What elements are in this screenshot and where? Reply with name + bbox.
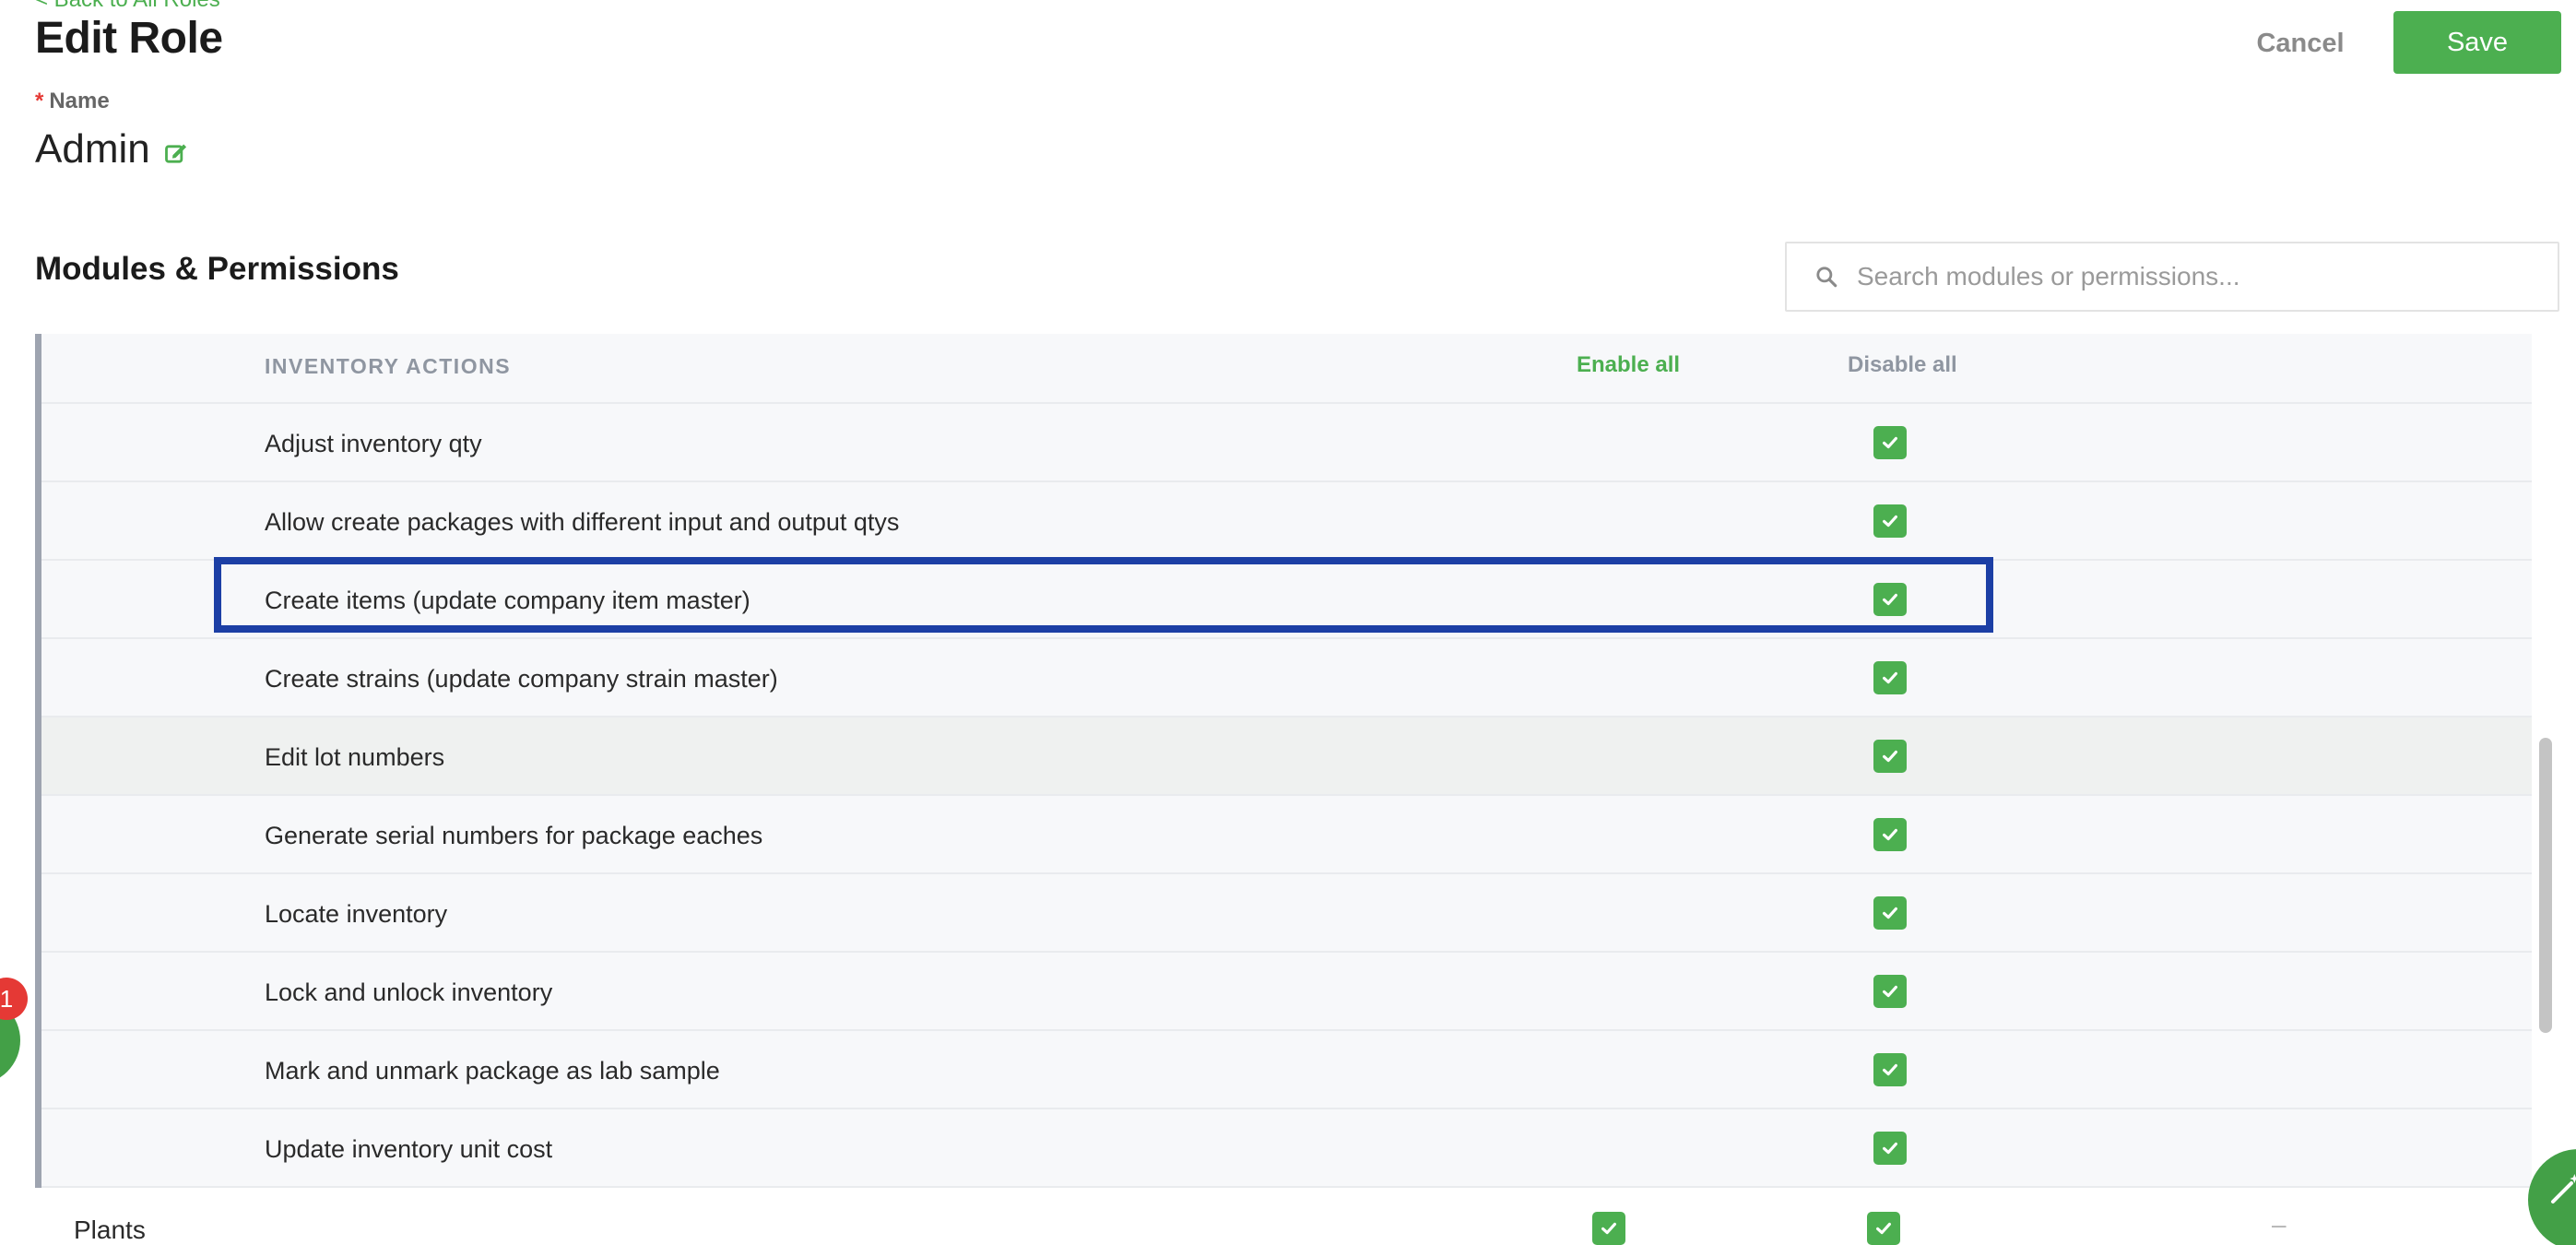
permission-checkbox[interactable]: [1873, 1053, 1907, 1086]
permission-checkbox[interactable]: [1873, 740, 1907, 773]
inventory-actions-group: INVENTORY ACTIONS Enable all Disable all…: [35, 334, 2532, 1188]
role-name-value[interactable]: Admin: [35, 126, 150, 172]
name-field-label: * Name: [35, 89, 110, 114]
permission-row: Create strains (update company strain ma…: [41, 639, 2532, 717]
permission-checkbox[interactable]: [1873, 818, 1907, 851]
check-icon: [1883, 515, 1897, 528]
required-marker: *: [35, 89, 44, 113]
disable-all-button[interactable]: Disable all: [1848, 352, 1957, 378]
check-icon: [1883, 671, 1897, 684]
notification-badge: 1: [0, 978, 28, 1020]
name-label-text: Name: [49, 89, 110, 113]
check-icon: [1883, 907, 1897, 919]
edit-role-page: < Back to All Roles Edit Role Cancel Sav…: [0, 0, 2576, 1245]
module-enable-checkbox[interactable]: [1592, 1212, 1625, 1245]
save-button[interactable]: Save: [2393, 11, 2561, 74]
permission-label: Create items (update company item master…: [265, 587, 750, 614]
page-title: Edit Role: [35, 14, 223, 63]
module-disable-checkbox[interactable]: [1867, 1212, 1900, 1245]
permission-label: Allow create packages with different inp…: [265, 508, 900, 536]
scrollbar-thumb[interactable]: [2539, 738, 2552, 1033]
check-icon: [1883, 1142, 1897, 1155]
permission-row: Allow create packages with different inp…: [41, 482, 2532, 561]
enable-all-button[interactable]: Enable all: [1577, 352, 1680, 378]
permission-checkbox[interactable]: [1873, 1132, 1907, 1165]
check-icon: [1876, 1222, 1891, 1235]
check-icon: [1601, 1222, 1616, 1235]
permission-row: Generate serial numbers for package each…: [41, 796, 2532, 874]
check-icon: [1883, 436, 1897, 449]
permission-checkbox[interactable]: [1873, 975, 1907, 1008]
permission-row: Create items (update company item master…: [41, 561, 2532, 639]
module-row-plants: Plants –: [35, 1188, 2532, 1245]
module-label: Plants: [74, 1215, 146, 1244]
search-icon: [1814, 265, 1838, 289]
permission-row: Update inventory unit cost: [41, 1109, 2532, 1188]
permission-label: Update inventory unit cost: [265, 1135, 553, 1163]
permission-row: Locate inventory: [41, 874, 2532, 953]
permission-row: Edit lot numbers: [41, 717, 2532, 796]
permission-label: Edit lot numbers: [265, 743, 445, 771]
permission-label: Locate inventory: [265, 900, 448, 928]
search-input[interactable]: [1857, 262, 2539, 291]
group-header-label: INVENTORY ACTIONS: [265, 354, 512, 378]
cancel-button[interactable]: Cancel: [2231, 13, 2369, 74]
edit-icon[interactable]: [163, 141, 189, 167]
permission-row: Adjust inventory qty: [41, 404, 2532, 482]
permission-checkbox[interactable]: [1873, 896, 1907, 930]
check-icon: [1883, 985, 1897, 998]
modules-permissions-title: Modules & Permissions: [35, 251, 399, 287]
check-icon: [1883, 593, 1897, 606]
permission-row: Lock and unlock inventory: [41, 953, 2532, 1031]
wand-icon: [2551, 1174, 2576, 1204]
tools-fab[interactable]: [2528, 1149, 2576, 1245]
permission-checkbox[interactable]: [1873, 583, 1907, 616]
check-icon: [1883, 1063, 1897, 1076]
group-header-row: INVENTORY ACTIONS Enable all Disable all: [41, 334, 2532, 404]
permission-label: Create strains (update company strain ma…: [265, 665, 778, 693]
permission-label: Mark and unmark package as lab sample: [265, 1057, 720, 1085]
permission-row: Mark and unmark package as lab sample: [41, 1031, 2532, 1109]
permissions-table: INVENTORY ACTIONS Enable all Disable all…: [35, 334, 2532, 1245]
permission-checkbox[interactable]: [1873, 504, 1907, 538]
permission-checkbox[interactable]: [1873, 426, 1907, 459]
permission-label: Lock and unlock inventory: [265, 978, 553, 1006]
check-icon: [1883, 828, 1897, 841]
module-extra-value: –: [2272, 1210, 2286, 1239]
check-icon: [1883, 750, 1897, 763]
back-to-all-roles-link[interactable]: < Back to All Roles: [35, 0, 220, 13]
name-field[interactable]: Admin: [35, 122, 189, 177]
permission-label: Adjust inventory qty: [265, 430, 482, 457]
search-box[interactable]: [1785, 242, 2559, 312]
permission-checkbox[interactable]: [1873, 661, 1907, 694]
permission-label: Generate serial numbers for package each…: [265, 822, 763, 849]
